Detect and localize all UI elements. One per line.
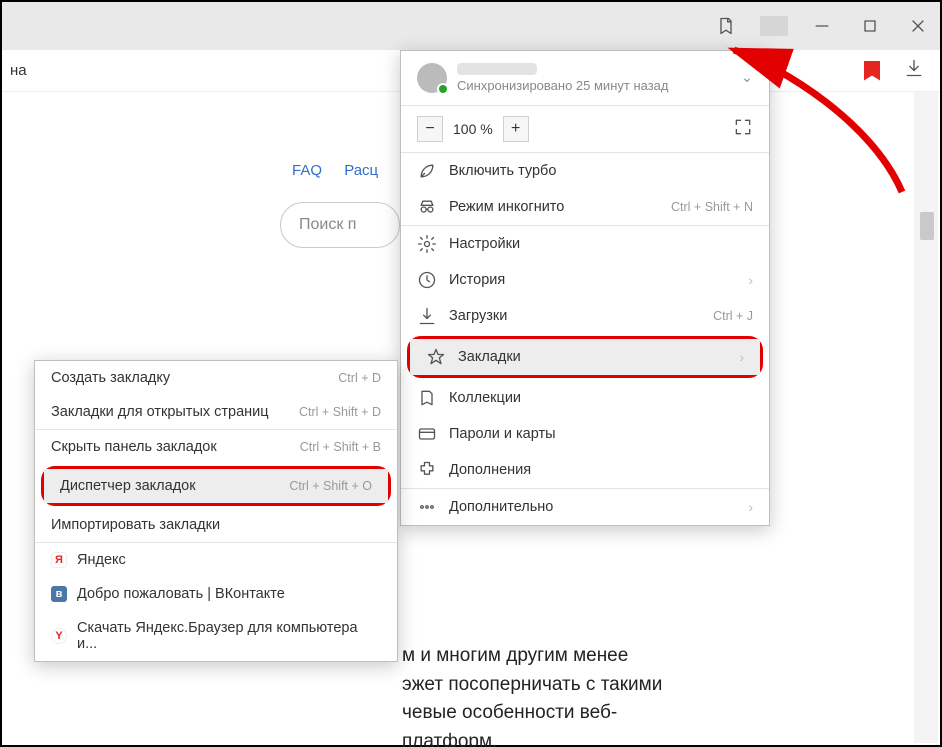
more-icon [417,497,437,517]
submenu-bookmark-open-tabs[interactable]: Закладки для открытых страниц Ctrl + Shi… [35,395,397,429]
yandex-favicon: Я [51,552,67,568]
zoom-value: 100 % [453,121,493,137]
page-nav-links: FAQ Расц [292,162,396,179]
chevron-right-icon: › [739,349,744,365]
incognito-icon [417,197,437,217]
scrollbar-thumb[interactable] [920,212,934,240]
menu-item-bookmarks[interactable]: Закладки › [410,339,760,375]
menu-item-incognito[interactable]: Режим инкогнито Ctrl + Shift + N [401,189,769,225]
download-icon [417,306,437,326]
sync-status-dot [437,83,449,95]
collections-icon [417,388,437,408]
window-close-button[interactable] [908,16,928,36]
search-field[interactable]: Поиск п [280,202,400,248]
menu-item-passwords[interactable]: Пароли и карты [401,416,769,452]
chevron-down-icon[interactable]: ⌄ [741,70,753,86]
fullscreen-icon[interactable] [733,117,753,141]
chevron-right-icon: › [748,272,753,288]
submenu-bookmark-manager[interactable]: Диспетчер закладок Ctrl + Shift + O [44,469,388,503]
submenu-hide-bookmarks-bar[interactable]: Скрыть панель закладок Ctrl + Shift + B [35,430,397,464]
menu-item-more[interactable]: Дополнительно › [401,489,769,525]
gear-icon [417,234,437,254]
highlight-bookmarks: Закладки › [407,336,763,378]
sync-status-text: Синхронизировано 25 минут назад [457,78,731,93]
menu-item-addons[interactable]: Дополнения [401,452,769,488]
bookmark-yandex[interactable]: Я Яндекс [35,543,397,577]
puzzle-icon [417,460,437,480]
vk-favicon: в [51,586,67,602]
rocket-icon [417,161,437,181]
star-icon [426,347,446,367]
avatar-icon [417,63,447,93]
search-placeholder: Поиск п [299,216,356,234]
hamburger-menu-button[interactable] [760,16,788,36]
profile-row[interactable]: Синхронизировано 25 минут назад ⌄ [401,51,769,105]
menu-item-turbo[interactable]: Включить турбо [401,153,769,189]
main-menu: Синхронизировано 25 минут назад ⌄ − 100 … [400,50,770,526]
submenu-import-bookmarks[interactable]: Импортировать закладки [35,508,397,542]
body-text: м и многим другим менее эжет посопернича… [402,642,662,747]
vertical-scrollbar[interactable] [914,92,938,743]
faq-link[interactable]: FAQ [292,162,322,179]
zoom-row: − 100 % + [401,106,769,152]
menu-item-collections[interactable]: Коллекции [401,380,769,416]
ext-link[interactable]: Расц [344,162,378,179]
chevron-right-icon: › [748,499,753,515]
history-icon [417,270,437,290]
window-minimize-button[interactable] [812,16,832,36]
menu-item-history[interactable]: История › [401,262,769,298]
bookmark-flag-icon[interactable] [864,61,880,81]
yandex-browser-favicon: Y [51,628,67,644]
window-titlebar [2,2,940,50]
highlight-bookmark-manager: Диспетчер закладок Ctrl + Shift + O [41,466,391,506]
page-title-fragment: на [10,62,27,79]
menu-item-settings[interactable]: Настройки [401,226,769,262]
bookmark-yandex-browser[interactable]: Y Скачать Яндекс.Браузер для компьютера … [35,611,397,661]
bookmarks-submenu: Создать закладку Ctrl + D Закладки для о… [34,360,398,662]
card-icon [417,424,437,444]
profile-name-placeholder [457,63,537,75]
zoom-out-button[interactable]: − [417,116,443,142]
window-maximize-button[interactable] [860,16,880,36]
bookmark-vkontakte[interactable]: в Добро пожаловать | ВКонтакте [35,577,397,611]
zoom-in-button[interactable]: + [503,116,529,142]
submenu-create-bookmark[interactable]: Создать закладку Ctrl + D [35,361,397,395]
bookmarks-toolbar-icon[interactable] [716,16,736,36]
downloads-icon[interactable] [904,58,924,83]
menu-item-downloads[interactable]: Загрузки Ctrl + J [401,298,769,334]
